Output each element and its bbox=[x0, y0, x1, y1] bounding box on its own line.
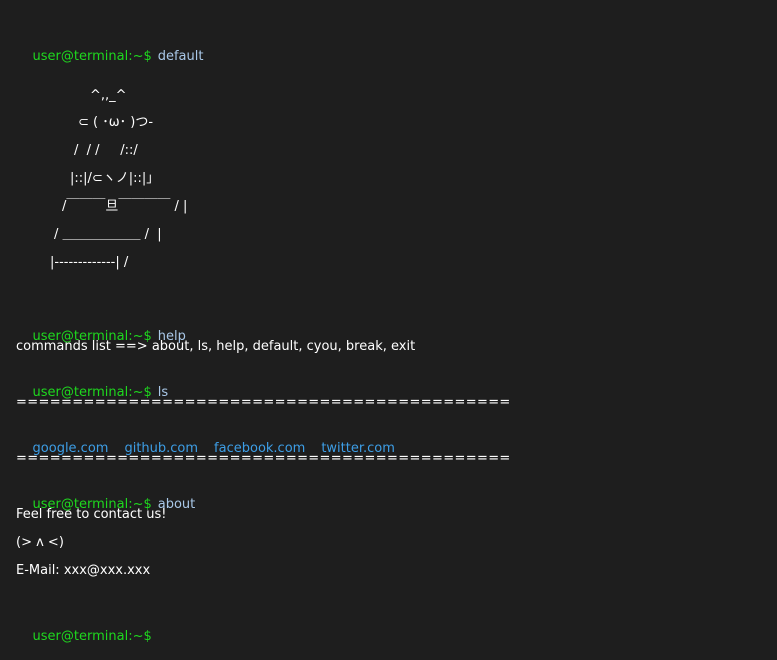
separator: ========================================… bbox=[16, 451, 511, 466]
separator: ========================================… bbox=[16, 395, 511, 410]
command-line-help: user@terminal:~$ help bbox=[16, 310, 186, 344]
prompt: user@terminal:~$ bbox=[32, 49, 152, 64]
terminal-window[interactable]: user@terminal:~$ default ^,,_^ ⊂ ( ･ω･ )つ… bbox=[0, 0, 777, 660]
ascii-art-line: / / / /::/ bbox=[74, 143, 138, 158]
prompt: user@terminal:~$ bbox=[32, 629, 152, 644]
help-output: commands list ==> about, ls, help, defau… bbox=[16, 339, 416, 354]
command-line-default: user@terminal:~$ default bbox=[16, 30, 204, 64]
about-output-line: Feel free to contact us! bbox=[16, 507, 167, 522]
ascii-art-line: ⊂ ( ･ω･ )つ- bbox=[78, 115, 154, 130]
command-line-ls: user@terminal:~$ ls bbox=[16, 366, 169, 400]
command-text: default bbox=[157, 49, 204, 64]
links-row: google.com github.com facebook.com twitter.… bbox=[16, 422, 395, 456]
about-output-line: E-Mail: xxx@xxx.xxx bbox=[16, 563, 151, 578]
ascii-art-line: /￣￣￣旦￣￣￣￣ / | bbox=[62, 199, 188, 214]
ascii-art-line: / ＿＿＿＿＿＿ / | bbox=[54, 227, 162, 242]
active-prompt-line[interactable]: user@terminal:~$ bbox=[16, 610, 152, 644]
command-line-about: user@terminal:~$ about bbox=[16, 478, 196, 512]
about-output-line: (> ʌ <) bbox=[16, 535, 64, 550]
ascii-art-line: |::|/⊂ヽノ|::|」 bbox=[70, 171, 160, 186]
ascii-art-line: |-------------| / bbox=[50, 255, 129, 270]
ascii-art-line: ^,,_^ bbox=[90, 88, 127, 103]
